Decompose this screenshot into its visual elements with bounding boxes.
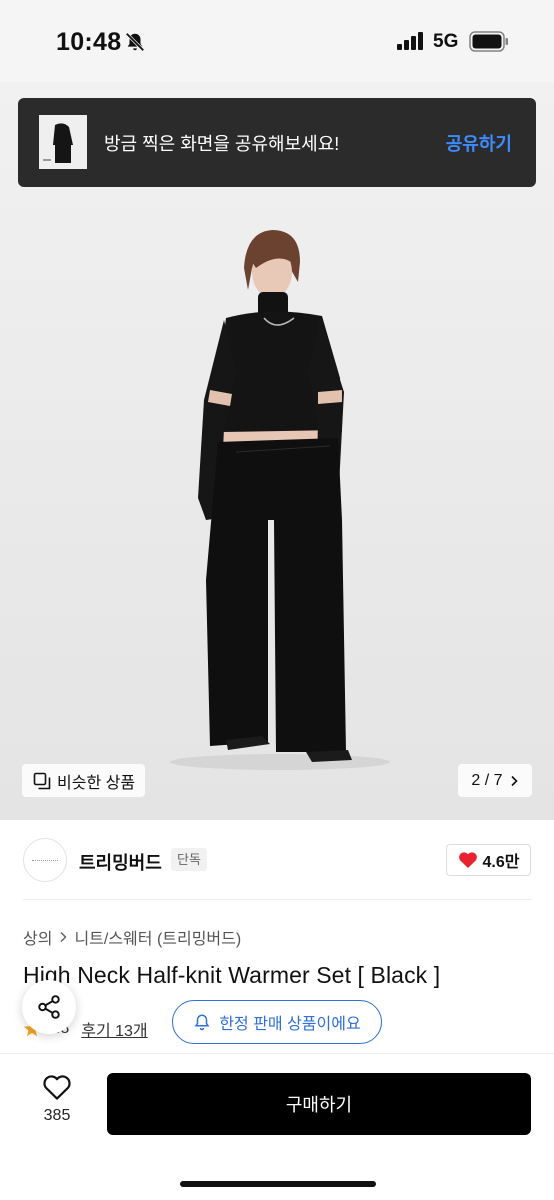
shop-name[interactable]: 트리밍버드 [79,849,162,875]
chevron-right-icon [60,931,68,943]
share-icon [38,995,60,1019]
heart-outline-icon [43,1075,71,1100]
wishlist-button[interactable]: 385 [30,1074,84,1134]
similar-products-button[interactable]: 비슷한 상품 [22,764,146,797]
breadcrumb-item[interactable]: 니트/스웨터 (트리밍버드) [74,925,241,949]
divider [0,1053,554,1054]
network-type: 5G [433,31,459,52]
product-image[interactable]: 비슷한 상품 2 / 7 [0,82,554,820]
product-title: High Neck Half-knit Warmer Set [ Black ] [23,962,441,988]
wishlist-count: 385 [43,1107,71,1124]
breadcrumb: 상의 니트/스웨터 (트리밍버드) [23,925,241,949]
shop-like-button[interactable]: 4.6만 [446,844,531,876]
home-indicator [180,1181,376,1187]
similar-products-label: 비슷한 상품 [57,774,136,792]
limited-sale-pill[interactable]: 한정 판매 상품이에요 [172,1000,382,1044]
pager-text: 2 / 7 [471,771,503,789]
reviews-link[interactable]: 후기 13개 [81,1017,147,1041]
share-action-button[interactable]: 공유하기 [446,130,512,156]
bell-off-icon [125,32,145,52]
chevron-right-icon [510,775,518,786]
model-photo [170,230,390,770]
shop-logo[interactable] [23,838,67,882]
exclusive-badge: 단독 [171,848,207,871]
similar-items-icon [33,772,51,789]
signal-icon [397,32,423,50]
share-toast: 방금 찍은 화면을 공유해보세요! 공유하기 [18,98,536,187]
share-button[interactable] [22,980,76,1034]
breadcrumb-item[interactable]: 상의 [23,925,52,949]
status-bar: 10:48 5G [0,0,554,82]
screenshot-thumbnail [39,115,87,169]
buy-button[interactable]: 구매하기 [107,1073,531,1135]
status-time: 10:48 [56,28,122,56]
divider [23,899,532,900]
heart-filled-icon [458,852,477,868]
image-pager[interactable]: 2 / 7 [458,764,532,797]
battery-icon [469,31,508,52]
toast-message: 방금 찍은 화면을 공유해보세요! [104,134,340,154]
bell-icon [194,1014,210,1031]
limited-sale-label: 한정 판매 상품이에요 [219,1016,361,1033]
shop-like-count: 4.6만 [482,854,520,871]
